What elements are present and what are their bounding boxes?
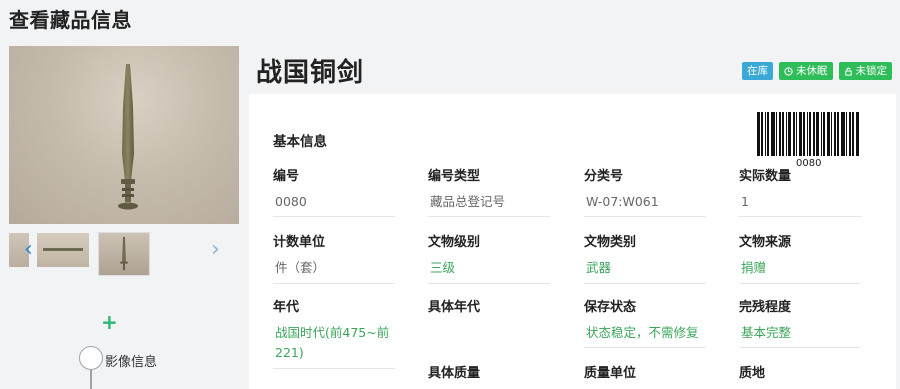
status-badge-not-dormant: 未休眠 — [779, 62, 833, 80]
barcode-bar — [852, 112, 854, 156]
field-specific-mass: 具体质量 — [428, 366, 481, 381]
barcode-bar — [834, 112, 836, 156]
barcode-bar — [813, 112, 815, 156]
lock-icon — [844, 67, 852, 76]
field-material: 质地 — [739, 366, 766, 381]
barcode-bar — [761, 112, 763, 156]
field-count-unit: 计数单位 件（套） — [273, 231, 398, 284]
field-era: 年代 战国时代(前475~前221) — [273, 296, 398, 369]
field-classification: 分类号 W-07:W061 — [584, 165, 709, 217]
clock-icon — [784, 66, 793, 76]
artifact-name: 战国铜剑 — [256, 58, 365, 88]
thumbnail[interactable] — [37, 233, 89, 267]
barcode-bar — [823, 112, 825, 156]
field-relic-category: 文物类别 武器 — [584, 231, 709, 284]
barcode-bar — [779, 112, 781, 156]
barcode-bar — [767, 112, 769, 156]
barcode-bar — [807, 112, 808, 156]
barcode-bar — [849, 112, 851, 156]
field-specific-era: 具体年代 — [428, 300, 481, 315]
barcode-bar — [837, 112, 839, 156]
barcode-bar — [803, 112, 805, 156]
badge-label: 未休眠 — [796, 65, 828, 77]
barcode-bar — [821, 112, 822, 156]
add-button[interactable]: + — [101, 310, 118, 334]
thumbnail-strip: ‹ › — [9, 231, 239, 279]
section-title: 基本信息 — [273, 134, 327, 150]
status-badges: 在库 未休眠 未锁定 — [742, 62, 892, 80]
barcode-bar — [788, 112, 791, 156]
chevron-left-icon[interactable]: ‹ — [24, 235, 33, 265]
field-completeness: 完残程度 基本完整 — [739, 296, 864, 348]
timeline-label[interactable]: 影像信息 — [105, 351, 157, 370]
field-number: 编号 0080 — [273, 165, 398, 217]
field-relic-source: 文物来源 捐赠 — [739, 231, 864, 284]
barcode-bar — [841, 112, 845, 156]
barcode-bar — [782, 112, 784, 156]
timeline-node[interactable] — [79, 346, 103, 370]
badge-label: 在库 — [747, 65, 768, 77]
field-relic-level: 文物级别 三级 — [428, 231, 553, 284]
barcode-bar — [776, 112, 777, 156]
badge-label: 未锁定 — [855, 65, 888, 77]
barcode-bar — [856, 112, 859, 156]
barcode-bar — [771, 112, 775, 156]
media-panel: ‹ › + 影像信息 — [9, 46, 239, 389]
field-number-type: 编号类型 藏品总登记号 — [428, 165, 553, 217]
bronze-sword-image — [118, 64, 138, 210]
field-preservation: 保存状态 状态稳定，不需修复 — [584, 296, 709, 348]
barcode-bar — [816, 112, 819, 156]
basic-info-card: 基本信息 0080 编号 0080 编号类型 藏品总登记号 分类号 W-07:W… — [249, 94, 896, 389]
page-title: 查看藏品信息 — [9, 8, 132, 32]
barcode-image — [757, 112, 861, 156]
barcode-bar — [765, 112, 766, 156]
barcode-bar — [796, 112, 797, 156]
timeline-connector — [90, 370, 92, 389]
barcode-bar — [786, 112, 787, 156]
thumbnail-selected[interactable] — [98, 232, 150, 276]
status-badge-in-stock: 在库 — [742, 62, 773, 80]
barcode-bar — [799, 112, 802, 156]
barcode-bar — [831, 112, 832, 156]
field-mass-unit: 质量单位 — [584, 366, 637, 381]
main-artifact-image — [9, 46, 239, 224]
chevron-right-icon[interactable]: › — [211, 235, 220, 265]
status-badge-unlocked: 未锁定 — [838, 62, 892, 80]
barcode-bar — [846, 112, 847, 156]
field-quantity: 实际数量 1 — [739, 165, 864, 217]
barcode-bar — [793, 112, 795, 156]
barcode-bar — [757, 112, 760, 156]
barcode-bar — [827, 112, 830, 156]
barcode-bar — [809, 112, 811, 156]
